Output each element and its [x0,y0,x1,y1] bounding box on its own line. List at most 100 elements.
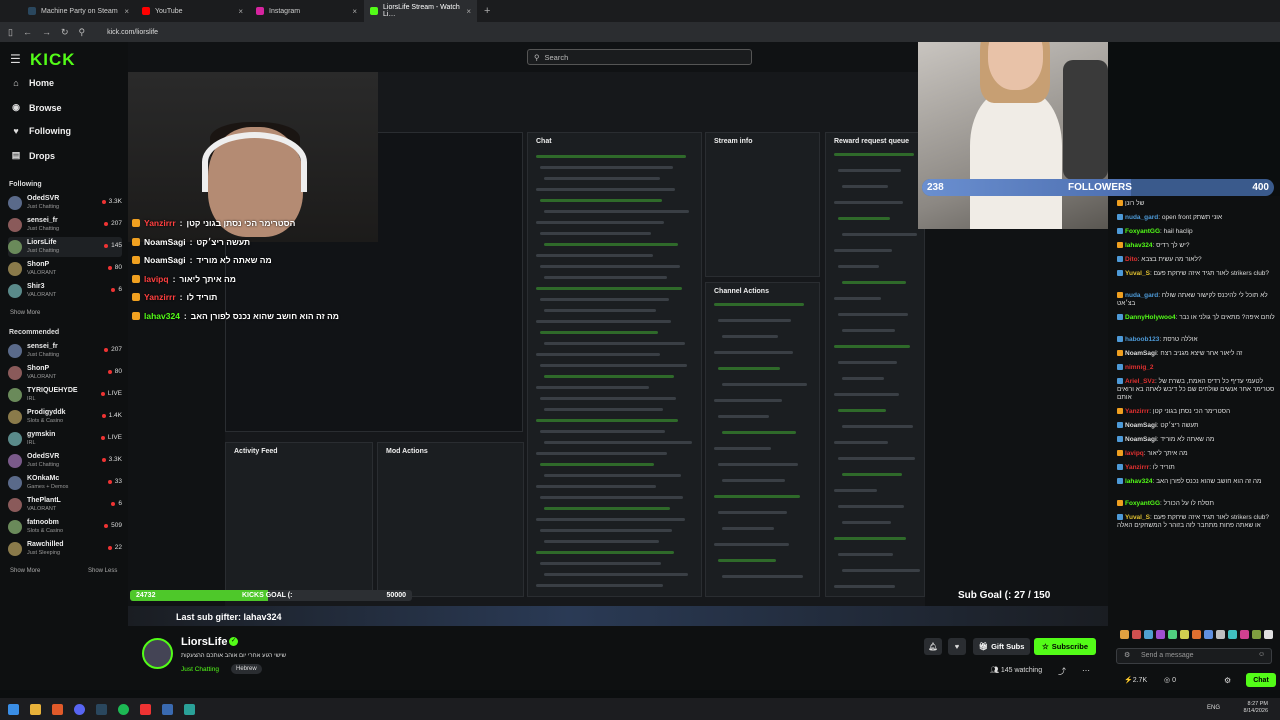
sidebar-channel[interactable]: Prodigyddk Slots & Casino 1.4K [8,407,122,427]
chat-username[interactable]: lahav324 [1125,478,1152,485]
sidebar-channel[interactable]: ShonP VALORANT 80 [8,363,122,383]
emote-icon[interactable] [1144,630,1153,639]
sidebar-channel[interactable]: fatnoobm Slots & Casino 509 [8,517,122,537]
file-explorer-icon[interactable] [30,703,41,715]
chat-send-button[interactable]: Chat [1246,673,1276,687]
chat-username[interactable]: DannyHolywoo4 [1125,314,1176,321]
close-tab-icon[interactable]: × [466,7,471,16]
channel-avatar[interactable] [142,638,173,669]
gift-subs-button[interactable]: 🎁︎ Gift Subs [973,638,1030,655]
share-icon[interactable]: ⤴ [1058,666,1066,677]
emote-icon[interactable] [1132,630,1141,639]
emoji-icon[interactable]: ☺ [1258,651,1265,658]
chat-username[interactable]: nimnig_2 [1125,364,1154,371]
emote-icon[interactable] [1204,630,1213,639]
menu-icon[interactable]: ☰ [10,52,21,66]
show-more-recommended[interactable]: Show More [10,568,40,574]
sidebar-toggle-icon[interactable]: ▯ [8,27,13,38]
notification-bell-icon[interactable]: 🔔︎ [924,638,942,655]
emote-icon[interactable] [1180,630,1189,639]
sidebar-channel[interactable]: ThePlantL VALORANT 6 [8,495,122,515]
url-field[interactable]: kick.com/liorslife [107,29,158,36]
back-icon[interactable]: ← [23,27,32,37]
reload-icon[interactable]: ↻ [61,27,69,38]
sidebar-channel[interactable]: LiorsLife Just Chatting 145 [8,237,122,257]
show-more-following[interactable]: Show More [10,310,40,316]
sidebar-channel[interactable]: sensei_fr Just Chatting 207 [8,215,122,235]
language-tag[interactable]: Hebrew [231,664,262,674]
emote-icon[interactable] [1192,630,1201,639]
sidebar-channel[interactable]: gymskin IRL LIVE [8,429,122,449]
sidebar-channel[interactable]: KOnkaMc Games + Demos 33 [8,473,122,493]
chat-username[interactable]: nuda_gard [1125,214,1158,221]
chat-username[interactable]: lavipq [1125,450,1144,457]
discord-icon[interactable] [74,703,85,715]
nav-item-browse[interactable]: ◉ Browse [10,102,61,113]
nav-item-following[interactable]: ♥ Following [10,126,71,136]
tray-lang[interactable]: ENG [1207,705,1220,711]
channel-name[interactable]: LiorsLife [181,636,227,648]
subscribe-button[interactable]: ☆ Subscribe [1034,638,1096,655]
search-input[interactable]: ⚲ Search [527,49,752,65]
browser-tab[interactable]: Machine Party on Steam × [22,0,135,22]
emote-icon[interactable] [1252,630,1261,639]
emote-icon[interactable] [1120,630,1129,639]
more-options-icon[interactable]: ⋯ [1082,666,1090,675]
emote-icon[interactable] [1240,630,1249,639]
emote-icon[interactable] [1216,630,1225,639]
emote-icon[interactable] [1264,630,1273,639]
emote-icon[interactable] [1156,630,1165,639]
emote-icon[interactable] [1168,630,1177,639]
forward-icon[interactable]: → [42,27,51,37]
chat-username[interactable]: Yanzirrr [1125,464,1149,471]
app-icon[interactable] [162,703,173,715]
chat-username[interactable]: lahav324 [1125,242,1152,249]
browser-tab[interactable]: YouTube × [136,0,249,22]
sidebar-channel[interactable]: Rawchilled Just Sleeping 22 [8,539,122,559]
stream-category[interactable]: Just Chatting [181,666,219,673]
sidebar-channel[interactable]: ShonP VALORANT 80 [8,259,122,279]
sidebar-channel[interactable]: TYRIQUEHYDE IRL LIVE [8,385,122,405]
steam-icon[interactable] [96,703,107,715]
system-clock[interactable]: 8:27 PM 8/14/2026 [1244,701,1268,715]
nav-item-drops[interactable]: ▤ Drops [10,150,55,161]
chat-settings-icon[interactable]: ⚙ [1124,651,1130,659]
kick-logo[interactable]: KICK [30,50,76,70]
kicks-balance[interactable]: ⚡2.7K [1124,676,1147,684]
browser-tab[interactable]: LiorsLife Stream - Watch Li… × [364,0,477,22]
browser-tab[interactable]: Instagram × [250,0,363,22]
close-tab-icon[interactable]: × [238,7,243,16]
nav-item-home[interactable]: ⌂ Home [10,78,54,88]
chat-username[interactable]: Yanzirrr [1125,408,1149,415]
site-info-icon[interactable]: ⚲ [79,27,86,38]
browser-icon[interactable] [52,703,63,715]
new-tab-button[interactable]: + [484,5,490,17]
chat-username[interactable]: Ariel_SVz [1125,378,1155,385]
chat-username[interactable]: nuda_gard [1125,292,1158,299]
sidebar-channel[interactable]: sensei_fr Just Chatting 207 [8,341,122,361]
opera-icon[interactable] [140,703,151,715]
windows-start-icon[interactable] [8,703,19,715]
emote-icon[interactable] [1228,630,1237,639]
follow-heart-icon[interactable]: ♥ [948,638,966,655]
chat-username[interactable]: Yuval_S [1125,514,1150,521]
stream-video[interactable]: Chat Stream info Channel Actions Reward … [128,42,1108,626]
chat-username[interactable]: NoamSagi [1125,350,1157,357]
sidebar-channel[interactable]: Shir3 VALORANT 6 [8,281,122,301]
chat-message-input[interactable]: Send a message [1116,648,1272,664]
spotify-icon[interactable] [118,703,129,715]
sidebar-channel[interactable]: OdedSVR Just Chatting 3.3K [8,451,122,471]
chat-username[interactable]: FoxyantGG [1125,228,1160,235]
chat-username[interactable]: NoamSagi [1125,436,1157,443]
close-tab-icon[interactable]: × [124,7,129,16]
show-less-button[interactable]: Show Less [88,568,117,574]
chat-username[interactable]: Dito [1125,256,1138,263]
chat-username[interactable]: NoamSagi [1125,422,1157,429]
chat-username[interactable]: FoxyantGG [1125,500,1160,507]
points-balance[interactable]: ◎ 0 [1164,676,1176,684]
chat-username[interactable]: haboob123 [1125,336,1159,343]
chat-username[interactable]: Yuval_S [1125,270,1150,277]
sidebar-channel[interactable]: OdedSVR Just Chatting 3.3K [8,193,122,213]
settings-gear-icon[interactable]: ⚙ [1224,676,1231,685]
obs-icon[interactable] [184,703,195,715]
